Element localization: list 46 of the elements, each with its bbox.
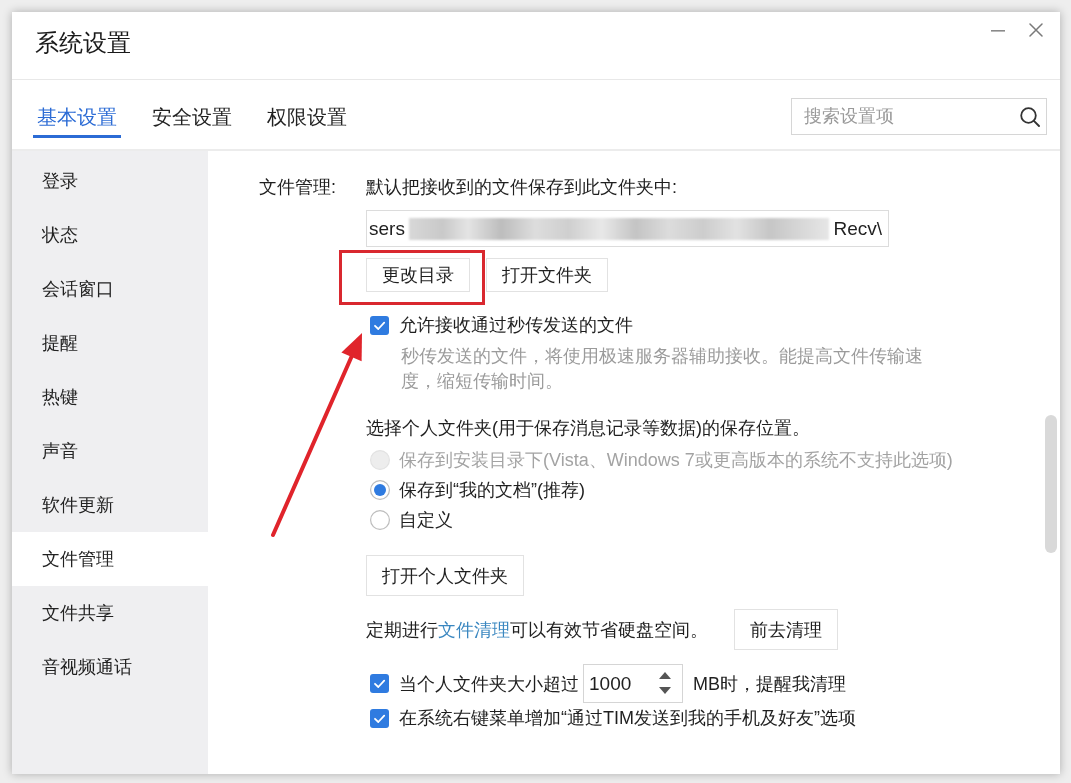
radio-label[interactable]: 自定义: [399, 508, 453, 532]
path-field[interactable]: sers Recv\: [366, 210, 889, 247]
scrollbar-thumb[interactable]: [1045, 415, 1057, 553]
sidebar-item[interactable]: 文件共享: [12, 586, 208, 640]
section-label: 文件管理:: [259, 176, 337, 199]
cleanup-button[interactable]: 前去清理: [734, 609, 838, 650]
cleanup-hint-text: 定期进行文件清理可以有效节省硬盘空间。: [366, 618, 708, 642]
checkbox-label: 允许接收通过秒传发送的文件: [399, 314, 633, 337]
sidebar-item[interactable]: 音视频通话: [12, 640, 208, 694]
sidebar-item[interactable]: 会话窗口: [12, 262, 208, 316]
checkbox-label: 在系统右键菜单增加“通过TIM发送到我的手机及好友”选项: [399, 707, 856, 730]
file-cleanup-link[interactable]: 文件清理: [438, 619, 510, 640]
heading-text: 选择个人文件夹(用于保存消息记录等数据)的保存位置。: [366, 417, 810, 440]
checkbox-label: 当个人文件夹大小超过: [399, 672, 579, 696]
tab[interactable]: 安全设置: [148, 99, 236, 138]
path-text: Recv\: [833, 217, 882, 240]
search-icon[interactable]: [1020, 107, 1040, 127]
open-folder-button[interactable]: 打开文件夹: [486, 258, 608, 292]
radio-label: 保存到安装目录下(Vista、Windows 7或更高版本的系统不支持此选项): [399, 449, 953, 472]
down-arrow-icon[interactable]: [659, 687, 671, 694]
sidebar-item[interactable]: 软件更新: [12, 478, 208, 532]
sidebar-item[interactable]: 登录: [12, 154, 208, 208]
radio-button[interactable]: [370, 480, 390, 500]
number-spinner-field[interactable]: 1000: [583, 664, 683, 703]
up-arrow-icon[interactable]: [659, 672, 671, 679]
sidebar-item[interactable]: 热键: [12, 370, 208, 424]
path-text: sers: [369, 217, 405, 240]
sidebar-item[interactable]: 提醒: [12, 316, 208, 370]
sidebar-item[interactable]: 声音: [12, 424, 208, 478]
sidebar-item[interactable]: 状态: [12, 208, 208, 262]
checkbox[interactable]: [370, 708, 389, 728]
sidebar-item[interactable]: 文件管理: [12, 532, 208, 586]
window-title: 系统设置: [35, 28, 131, 58]
checkbox[interactable]: [370, 674, 389, 693]
checkbox-label: MB时，提醒我清理: [693, 672, 846, 696]
description-text: 默认把接收到的文件保存到此文件夹中:: [366, 176, 677, 199]
close-icon[interactable]: [1029, 23, 1043, 37]
checkbox[interactable]: [370, 315, 389, 335]
hint-text: 秒传发送的文件，将使用极速服务器辅助接收。能提高文件传输速度，缩短传输时间。: [401, 345, 924, 393]
search-field[interactable]: 搜索设置项: [791, 98, 1047, 135]
radio-button[interactable]: [370, 510, 390, 530]
tab[interactable]: 基本设置: [33, 99, 121, 138]
change-folder-button[interactable]: 更改目录: [366, 258, 470, 292]
tab[interactable]: 权限设置: [263, 99, 351, 138]
radio-label[interactable]: 保存到“我的文档”(推荐): [399, 478, 585, 502]
open-personal-folder-button[interactable]: 打开个人文件夹: [366, 555, 524, 596]
